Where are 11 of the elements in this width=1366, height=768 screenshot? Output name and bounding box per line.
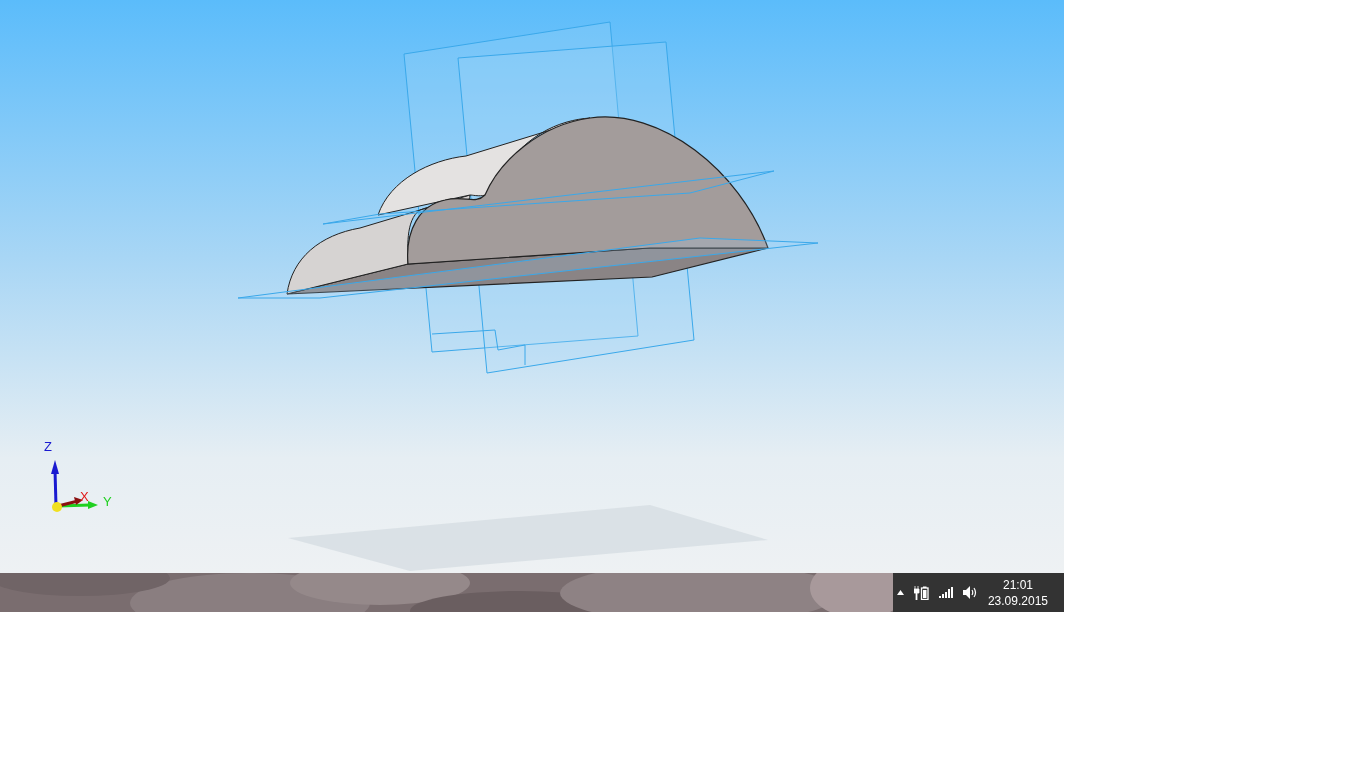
chevron-up-icon[interactable] [897,590,904,595]
battery-icon[interactable] [914,585,929,600]
clock-time: 21:01 [1002,576,1033,593]
axis-label: X [80,490,89,503]
axis-label: Y [103,495,112,508]
speaker-icon[interactable] [963,586,977,599]
axis-label: Z [44,440,52,453]
signal-icon[interactable] [939,587,953,598]
clock[interactable]: 21:01 23.09.2015 [987,576,1048,609]
clock-date: 23.09.2015 [987,592,1048,609]
3d-viewport[interactable]: Z X Y [0,0,1064,573]
